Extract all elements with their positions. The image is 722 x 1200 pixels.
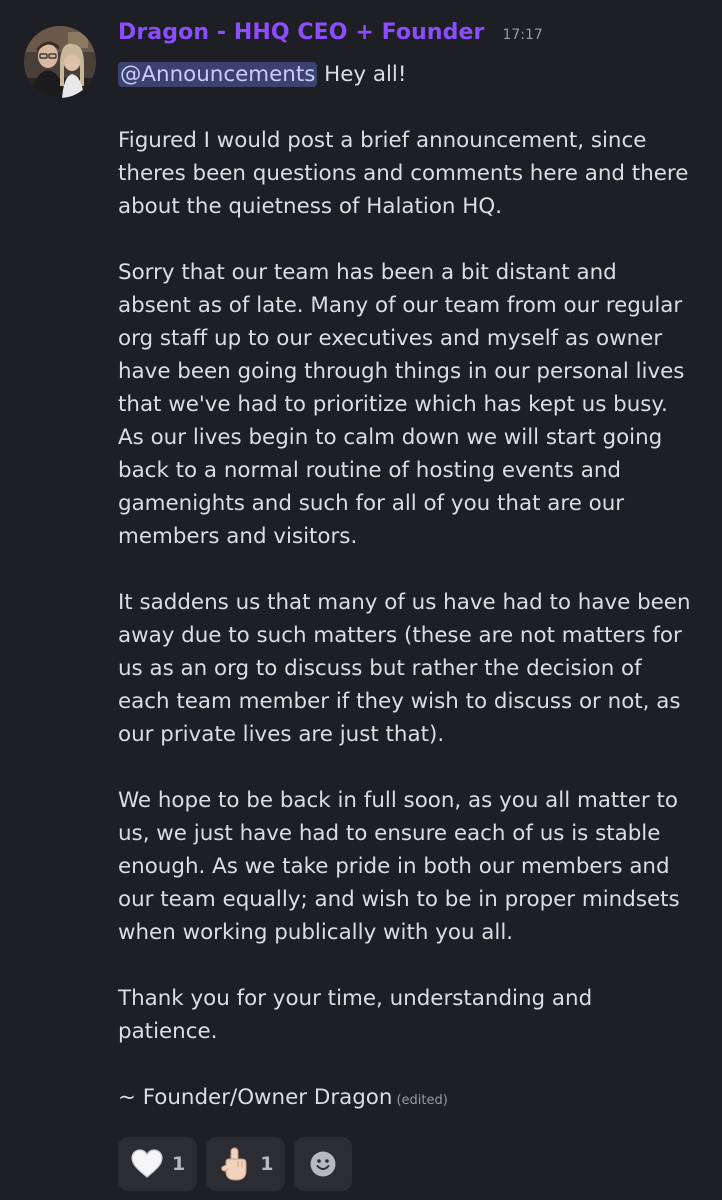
message-line: members and visitors. [118, 524, 358, 549]
message-line: have been going through things in our pe… [118, 359, 685, 384]
message-line: enough. As we take pride in both our mem… [118, 854, 670, 879]
reaction-count: 1 [260, 1153, 274, 1175]
message-line [118, 91, 708, 124]
message-line: org staff up to our executives and mysel… [118, 326, 663, 351]
message-content: Dragon - HHQ CEO + Founder 17:17 @Announ… [118, 20, 708, 1114]
message-line [118, 751, 708, 784]
message-timestamp[interactable]: 17:17 [502, 27, 542, 43]
message-line [118, 1048, 708, 1081]
message-line: us as an org to discuss but rather the d… [118, 656, 642, 681]
reactions-bar: 1 1 [118, 1137, 353, 1191]
reaction-white-heart[interactable]: 1 [118, 1137, 198, 1191]
message-line: that we've had to prioritize which has k… [118, 392, 668, 417]
message-line: away due to such matters (these are not … [118, 623, 682, 648]
message-line: about the quietness of Halation HQ. [118, 194, 503, 219]
message-line: Sorry that our team has been a bit dista… [118, 260, 617, 285]
add-reaction-button[interactable] [294, 1137, 353, 1191]
message-line [118, 949, 708, 982]
message-line: our team equally; and wish to be in prop… [118, 887, 680, 912]
message-line: theres been questions and comments here … [118, 161, 689, 186]
edited-label: (edited) [396, 1093, 448, 1108]
message-line: our private lives are just that). [118, 722, 445, 747]
white-heart-icon [130, 1147, 164, 1181]
message-line: each team member if they wish to discuss… [118, 689, 681, 714]
message-line: @Announcements Hey all! [118, 58, 708, 91]
pointing-up-hand-icon [218, 1147, 252, 1181]
message-line: patience. [118, 1019, 218, 1044]
author-name[interactable]: Dragon - HHQ CEO + Founder [118, 20, 484, 45]
reaction-pointing-up[interactable]: 1 [206, 1137, 286, 1191]
message-line: Figured I would post a brief announcemen… [118, 128, 647, 153]
message-header: Dragon - HHQ CEO + Founder 17:17 [118, 20, 708, 58]
message-line-text: Hey all! [317, 62, 407, 87]
message-line: We hope to be back in full soon, as you … [118, 788, 678, 813]
smiley-add-reaction-icon [306, 1147, 340, 1181]
signature-text: ~ Founder/Owner Dragon [118, 1085, 393, 1110]
message-line: gamenights and such for all of you that … [118, 491, 625, 516]
message-line: back to a normal routine of hosting even… [118, 458, 621, 483]
message-line: when working publically with you all. [118, 920, 514, 945]
chat-message: Dragon - HHQ CEO + Founder 17:17 @Announ… [0, 0, 722, 1200]
message-line: absent as of late. Many of our team from… [118, 293, 683, 318]
reaction-count: 1 [172, 1153, 186, 1175]
message-line [118, 553, 708, 586]
message-line: ~ Founder/Owner Dragon (edited) [118, 1081, 708, 1114]
avatar[interactable] [24, 26, 96, 98]
message-line: It saddens us that many of us have had t… [118, 590, 691, 615]
message-line [118, 223, 708, 256]
message-line: Thank you for your time, understanding a… [118, 986, 593, 1011]
role-mention[interactable]: @Announcements [118, 62, 318, 87]
message-line: us, we just have had to ensure each of u… [118, 821, 661, 846]
message-line: As our lives begin to calm down we will … [118, 425, 663, 450]
